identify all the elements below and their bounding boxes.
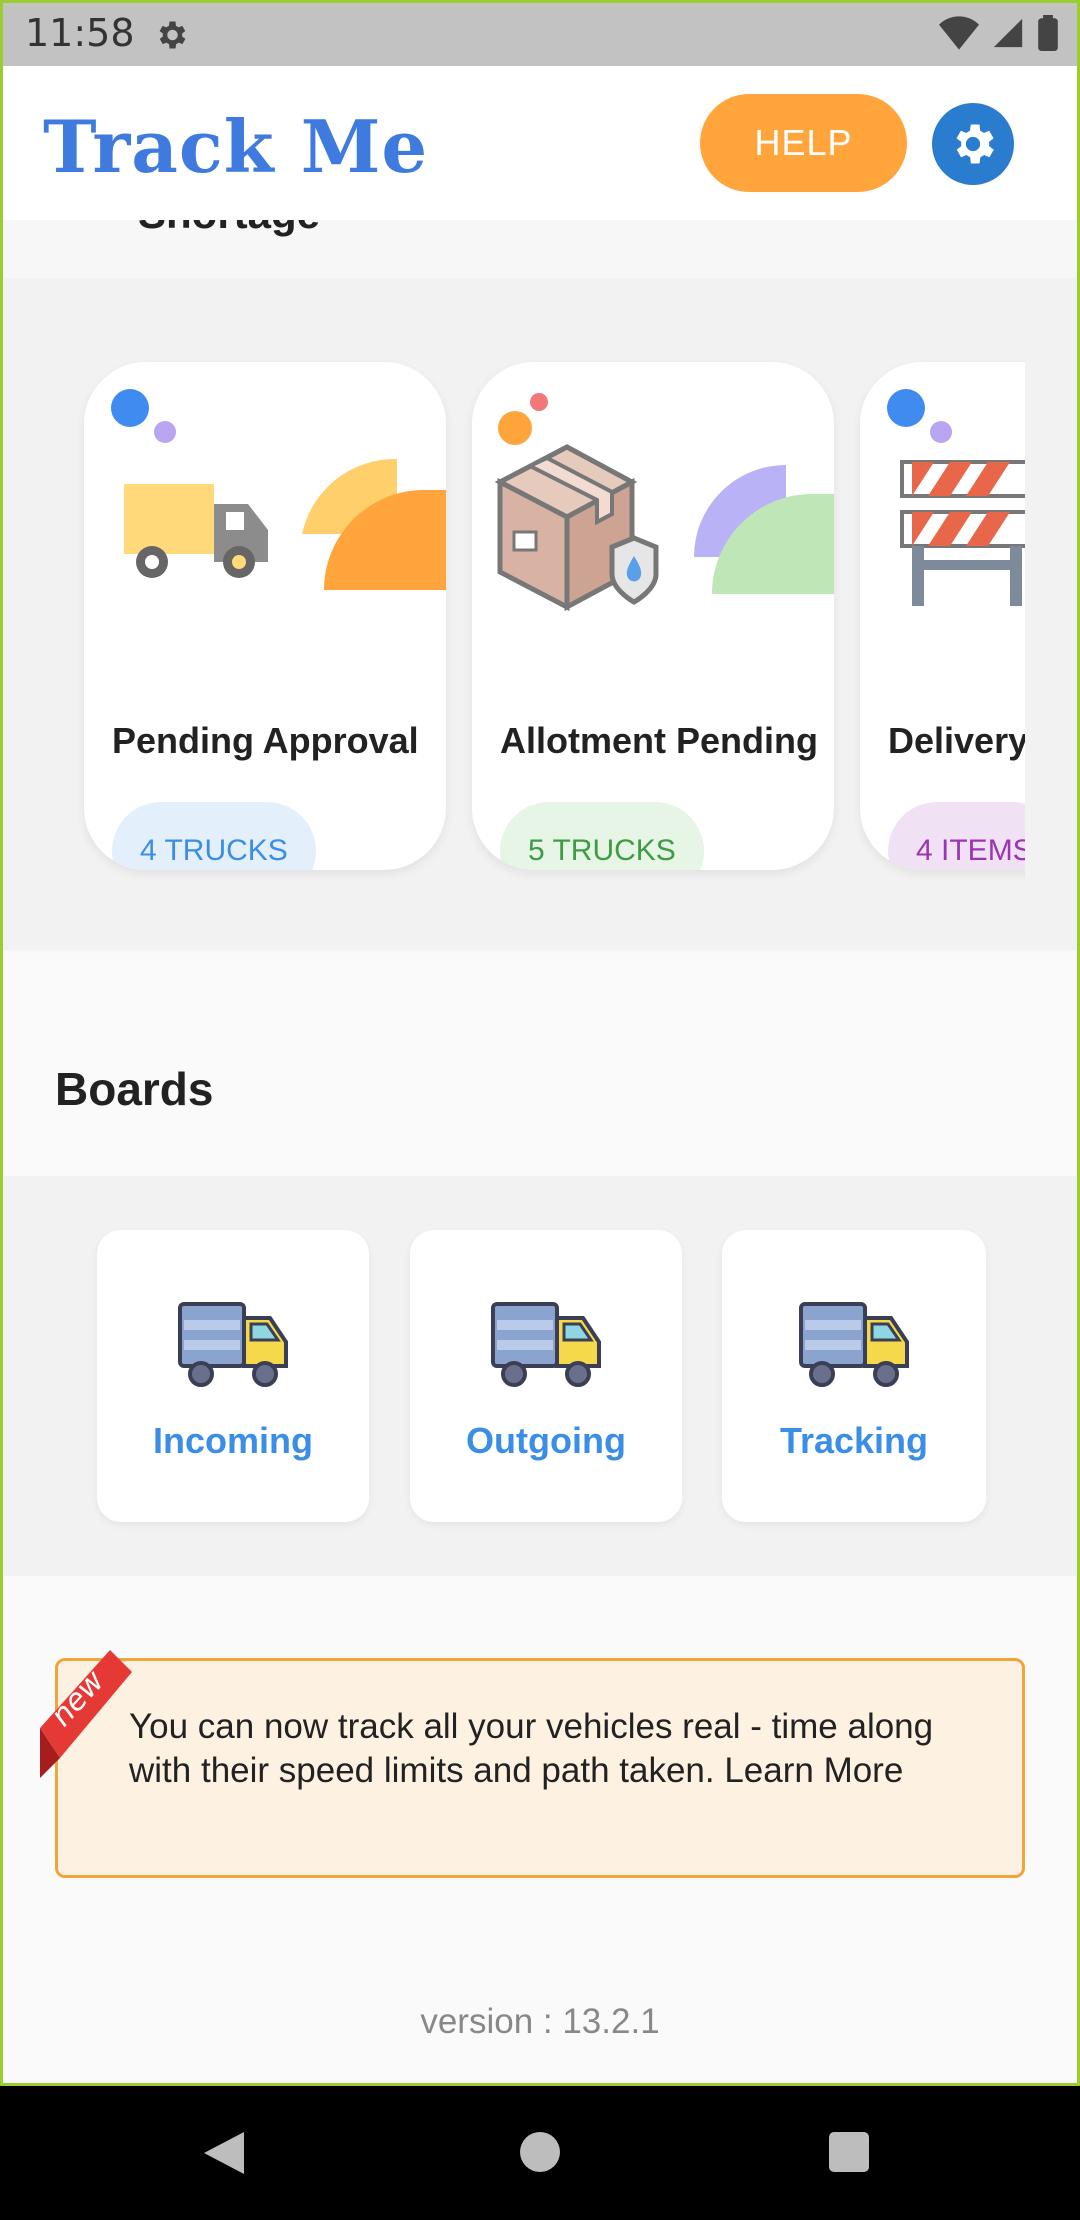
announcement-text: You can now track all your vehicles real… <box>129 1707 934 1790</box>
card-title: Pending Approval <box>112 720 419 761</box>
card-art <box>111 389 446 590</box>
truck-icon <box>491 1302 601 1387</box>
status-icons <box>939 15 1059 51</box>
truck-icon <box>178 1302 288 1387</box>
board-label: Outgoing <box>466 1420 626 1461</box>
decor-dot-icon <box>887 389 925 427</box>
card-count-badge: 4 TRUCKS <box>112 802 316 870</box>
boards-section: Incoming Outgoing Tracking <box>3 1176 1077 1576</box>
navigation-bar <box>0 2086 1080 2220</box>
card-pending-approval[interactable]: Pending Approval 4 TRUCKS <box>84 362 446 870</box>
card-allotment-pending[interactable]: Allotment Pending 5 TRUCKS <box>472 362 834 870</box>
decor-dot-icon <box>498 411 532 445</box>
truck-icon <box>124 484 268 578</box>
status-cards-carousel[interactable]: Pending Approval 4 TRUCKS Allotment Pend… <box>3 278 1025 950</box>
card-count-badge: 5 TRUCKS <box>500 802 704 870</box>
decor-dot-icon <box>930 421 952 443</box>
wifi-icon <box>939 16 979 50</box>
boards-title: Boards <box>55 1063 214 1115</box>
help-button[interactable]: HELP <box>700 94 907 192</box>
board-label: Incoming <box>153 1420 313 1461</box>
section-header-peek: Shortage <box>3 220 1077 278</box>
home-icon[interactable] <box>520 2132 560 2172</box>
card-count-badge: 4 ITEMS <box>888 802 1025 870</box>
back-icon[interactable] <box>202 2130 246 2176</box>
settings-gear-icon <box>956 124 994 164</box>
package-icon <box>494 444 659 612</box>
battery-icon <box>1038 15 1058 51</box>
app-version: version : 13.2.1 <box>420 2002 660 2041</box>
truck-icon <box>799 1302 909 1387</box>
settings-button[interactable] <box>932 103 1014 185</box>
status-bar: 11:58 <box>0 0 1080 66</box>
decor-dot-icon <box>111 389 149 427</box>
board-incoming[interactable]: Incoming <box>97 1230 369 1522</box>
recent-apps-icon[interactable] <box>829 2132 869 2172</box>
announcement-banner[interactable]: You can now track all your vehicles real… <box>55 1658 1025 1878</box>
card-title: Delivery Blocked <box>888 720 1025 761</box>
app-header: Track Me HELP <box>3 66 1077 220</box>
decor-dot-icon <box>154 421 176 443</box>
board-outgoing[interactable]: Outgoing <box>410 1230 682 1522</box>
status-cards-section: Pending Approval 4 TRUCKS Allotment Pend… <box>3 278 1077 950</box>
card-art <box>887 389 1025 606</box>
app-title: Track Me <box>43 104 429 189</box>
card-delivery[interactable]: Delivery Blocked 4 ITEMS <box>860 362 1025 870</box>
decor-dot-icon <box>530 393 548 411</box>
board-label: Tracking <box>779 1420 929 1461</box>
card-title: Allotment Pending <box>500 720 818 761</box>
boards-header: Boards <box>3 950 1077 1176</box>
new-ribbon-icon: new <box>40 1650 132 1778</box>
signal-icon <box>993 18 1023 48</box>
section-header-peek-text: Shortage <box>138 220 320 238</box>
gear-icon <box>159 21 186 49</box>
board-tracking[interactable]: Tracking <box>722 1230 986 1522</box>
status-time: 11:58 <box>25 11 135 55</box>
card-art <box>494 393 834 612</box>
road-barrier-icon <box>900 460 1025 606</box>
